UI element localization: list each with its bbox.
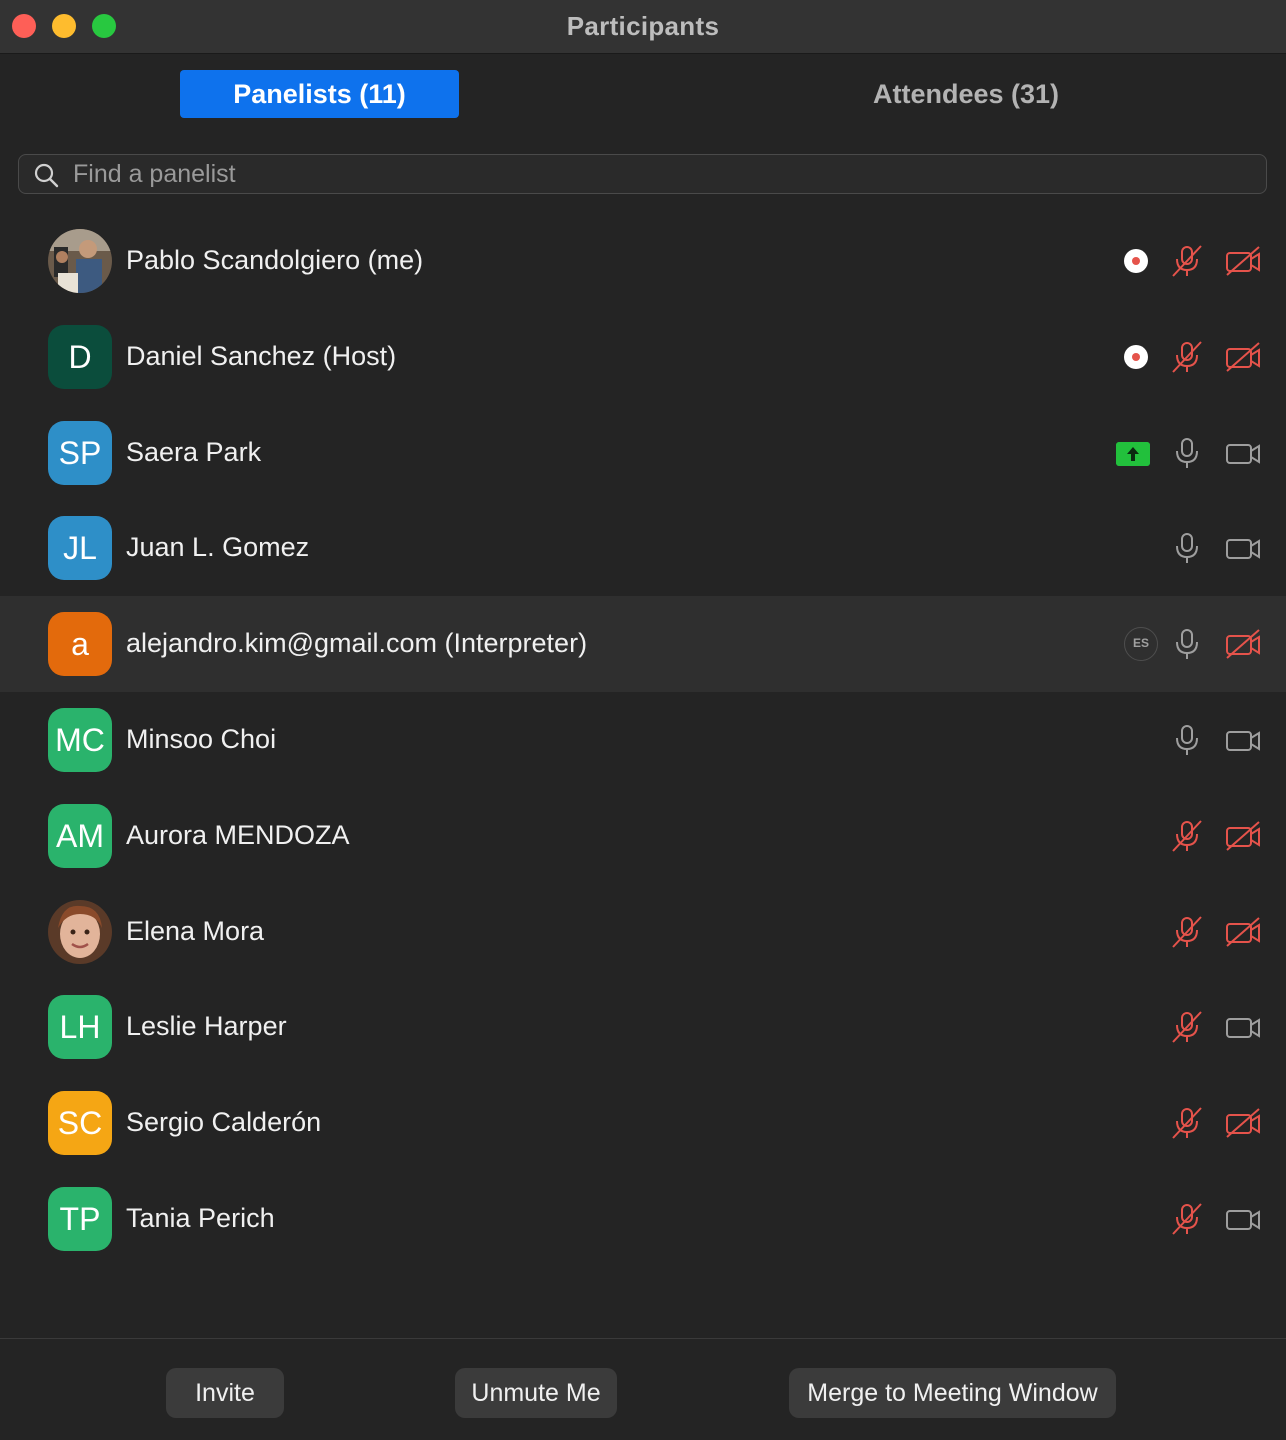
participant-name: Pablo Scandolgiero (me) — [126, 245, 424, 275]
video-off-icon[interactable] — [1224, 1105, 1262, 1141]
record-icon — [1124, 344, 1148, 369]
unmute-me-button[interactable]: Unmute Me — [455, 1368, 617, 1418]
footer-bar: Invite Unmute Me Merge to Meeting Window — [0, 1338, 1286, 1440]
initials-avatar: LH — [48, 995, 112, 1060]
mic-muted-icon[interactable] — [1169, 1009, 1205, 1045]
mic-icon[interactable] — [1169, 722, 1205, 758]
initials-avatar: AM — [48, 803, 112, 868]
search-box — [18, 154, 1267, 194]
participant-row[interactable]: Pablo Scandolgiero (me) — [0, 213, 1286, 309]
search-icon — [34, 163, 59, 188]
participant-name: Aurora MENDOZA — [126, 819, 350, 850]
mic-muted-icon[interactable] — [1169, 1201, 1205, 1237]
share-screen-icon — [1116, 441, 1150, 466]
video-icon[interactable] — [1224, 1009, 1262, 1045]
mic-icon[interactable] — [1169, 530, 1205, 566]
initials-avatar: a — [48, 612, 112, 677]
participant-name: Elena Mora — [126, 915, 265, 946]
initials-avatar: SP — [48, 420, 112, 485]
mic-icon[interactable] — [1169, 435, 1205, 471]
participant-name: Daniel Sanchez (Host) — [126, 340, 397, 371]
record-icon — [1124, 249, 1148, 273]
language-badge: ES — [1124, 627, 1158, 662]
video-off-icon[interactable] — [1224, 243, 1262, 279]
video-off-icon[interactable] — [1224, 914, 1262, 950]
participant-row[interactable]: TP Tania Perich — [0, 1171, 1286, 1267]
video-off-icon[interactable] — [1224, 339, 1262, 375]
mic-muted-icon[interactable] — [1169, 914, 1205, 950]
participant-row[interactable]: LH Leslie Harper — [0, 979, 1286, 1075]
participant-name: alejandro.kim@gmail.com (Interpreter) — [126, 628, 588, 659]
participant-row[interactable]: SC Sergio Calderón — [0, 1075, 1286, 1171]
mic-icon[interactable] — [1169, 626, 1205, 662]
tab-attendees[interactable]: Attendees (31) — [826, 70, 1106, 118]
participant-name: Minsoo Choi — [126, 723, 277, 754]
video-icon[interactable] — [1224, 530, 1262, 566]
initials-avatar: TP — [48, 1186, 112, 1251]
video-icon[interactable] — [1224, 722, 1262, 758]
participant-row[interactable]: MC Minsoo Choi — [0, 692, 1286, 788]
participant-row[interactable]: JL Juan L. Gomez — [0, 500, 1286, 596]
initials-avatar: MC — [48, 707, 112, 772]
participant-name: Saera Park — [126, 436, 262, 467]
participant-row[interactable]: AM Aurora MENDOZA — [0, 788, 1286, 884]
participant-name: Juan L. Gomez — [126, 532, 310, 563]
video-off-icon[interactable] — [1224, 818, 1262, 854]
search-input[interactable] — [73, 155, 1253, 193]
participant-row[interactable]: Elena Mora — [0, 884, 1286, 980]
video-icon[interactable] — [1224, 435, 1262, 471]
photo-avatar — [48, 229, 112, 293]
initials-avatar: D — [48, 324, 112, 389]
participant-row[interactable]: SP Saera Park — [0, 405, 1286, 501]
window-title: Participants — [566, 11, 720, 41]
photo-avatar — [48, 899, 112, 964]
merge-to-meeting-window-button[interactable]: Merge to Meeting Window — [789, 1368, 1116, 1418]
title-bar: Participants — [0, 0, 1286, 54]
video-off-icon[interactable] — [1224, 626, 1262, 662]
initials-avatar: JL — [48, 516, 112, 581]
participant-row[interactable]: D Daniel Sanchez (Host) — [0, 309, 1286, 405]
mic-muted-icon[interactable] — [1169, 818, 1205, 854]
video-icon[interactable] — [1224, 1201, 1262, 1237]
mic-muted-icon[interactable] — [1169, 1105, 1205, 1141]
initials-avatar: SC — [48, 1091, 112, 1156]
mic-muted-icon[interactable] — [1169, 243, 1205, 279]
participant-name: Leslie Harper — [126, 1011, 287, 1042]
participant-name: Sergio Calderón — [126, 1107, 322, 1138]
tab-panelists[interactable]: Panelists (11) — [180, 70, 459, 118]
mic-muted-icon[interactable] — [1169, 339, 1205, 375]
participant-list: Pablo Scandolgiero (me) D Daniel Sanchez… — [0, 213, 1286, 1267]
participant-row[interactable]: a alejandro.kim@gmail.com (Interpreter) … — [0, 596, 1286, 692]
invite-button[interactable]: Invite — [166, 1368, 284, 1418]
participant-name: Tania Perich — [126, 1202, 275, 1233]
